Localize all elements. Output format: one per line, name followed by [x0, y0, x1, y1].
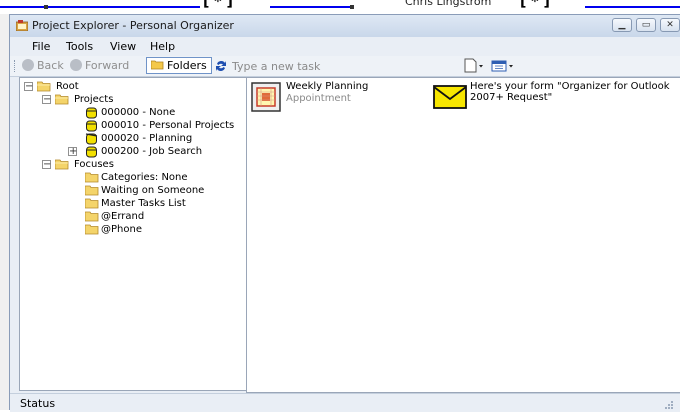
back-button[interactable]: Back [22, 58, 64, 74]
folder-icon [55, 159, 69, 170]
new-task-input[interactable] [232, 58, 452, 74]
tree-label: 000020 - Planning [101, 133, 193, 144]
folder-tree[interactable]: − Root − Projects 000000 - None 000010 -… [19, 77, 248, 391]
background-bracket: [ * ] [203, 0, 233, 10]
maximize-button[interactable]: ▭ [636, 18, 656, 32]
project-jar-icon [86, 120, 97, 132]
forward-arrow-icon [70, 59, 82, 71]
toolbar: Back Forward Folders [10, 56, 680, 77]
background-page: [ * ] Chris Lingstrom [ * ] [0, 0, 680, 14]
resize-grip-icon[interactable] [664, 400, 674, 410]
collapse-icon[interactable]: − [24, 81, 33, 92]
collapse-icon[interactable]: − [42, 159, 51, 170]
forward-button[interactable]: Forward [70, 58, 129, 74]
collapse-icon[interactable]: − [42, 94, 51, 105]
background-link[interactable] [585, 0, 680, 8]
tree-label: 000000 - None [101, 107, 176, 118]
project-jar-icon [86, 107, 97, 119]
background-link[interactable] [270, 0, 350, 8]
new-document-icon [464, 58, 483, 73]
folders-icon [150, 60, 164, 70]
tree-label: Master Tasks List [101, 198, 186, 209]
tree-label: Categories: None [101, 172, 188, 183]
expand-icon[interactable]: + [68, 146, 77, 157]
menu-file[interactable]: File [32, 40, 50, 53]
folder-icon [55, 94, 69, 105]
status-text: Status [20, 397, 56, 410]
folder-icon [85, 198, 99, 209]
tree-label: 000200 - Job Search [101, 146, 203, 157]
bullet-icon [350, 5, 354, 9]
minimize-button[interactable]: ▁ [612, 18, 632, 32]
menu-view[interactable]: View [110, 40, 136, 53]
background-edge [0, 14, 9, 410]
folders-button[interactable]: Folders [146, 57, 212, 74]
menu-bar: File Tools View Help [10, 37, 680, 56]
menu-help[interactable]: Help [150, 40, 175, 53]
status-bar: Status [10, 393, 680, 412]
open-project-jar-icon [85, 133, 98, 145]
tree-label: @Errand [101, 211, 145, 222]
tree-label: Waiting on Someone [101, 185, 205, 196]
item-subtitle: Appointment [286, 93, 351, 104]
project-explorer-window: Project Explorer - Personal Organizer ▁ … [9, 14, 680, 412]
folder-icon [85, 185, 99, 196]
folder-icon [85, 172, 99, 183]
project-jar-icon [86, 146, 97, 158]
calendar-view-icon [491, 60, 513, 72]
item-tile[interactable]: Here's your form "Organizer for Outlook … [433, 80, 673, 114]
toolbar-grip[interactable] [14, 60, 17, 72]
folder-icon [85, 224, 99, 235]
background-bracket: [ * ] [520, 0, 550, 10]
menu-tools[interactable]: Tools [66, 40, 93, 53]
title-bar[interactable]: Project Explorer - Personal Organizer ▁ … [10, 15, 680, 38]
forward-label: Forward [85, 59, 130, 72]
item-tile[interactable]: Weekly Planning Appointment [249, 80, 429, 114]
envelope-icon [433, 85, 467, 109]
back-label: Back [37, 59, 64, 72]
close-icon: ✕ [666, 20, 674, 30]
window-title: Project Explorer - Personal Organizer [32, 19, 234, 32]
folders-label: Folders [167, 59, 207, 72]
app-icon [16, 20, 28, 31]
tree-label: Focuses [74, 159, 114, 170]
bullet-icon [44, 5, 48, 9]
back-arrow-icon [22, 59, 34, 71]
new-item-dropdown[interactable] [462, 58, 486, 74]
folder-icon [85, 211, 99, 222]
tree-label: Projects [74, 94, 114, 105]
tree-label: 000010 - Personal Projects [101, 120, 235, 131]
items-panel: Weekly Planning Appointment Here's your … [246, 77, 680, 393]
view-dropdown[interactable] [490, 58, 516, 74]
background-contact-name: Chris Lingstrom [405, 0, 492, 8]
minimize-icon: ▁ [618, 20, 626, 30]
appointment-icon [251, 82, 281, 112]
maximize-icon: ▭ [641, 20, 651, 30]
close-button[interactable]: ✕ [660, 18, 680, 32]
tree-label: @Phone [101, 224, 142, 235]
item-title: Weekly Planning [286, 81, 369, 92]
item-title: Here's your form "Organizer for Outlook … [470, 81, 670, 103]
tree-label: Root [56, 81, 79, 92]
background-link[interactable] [0, 0, 200, 8]
sync-icon[interactable] [214, 59, 228, 73]
folder-icon [37, 81, 51, 92]
